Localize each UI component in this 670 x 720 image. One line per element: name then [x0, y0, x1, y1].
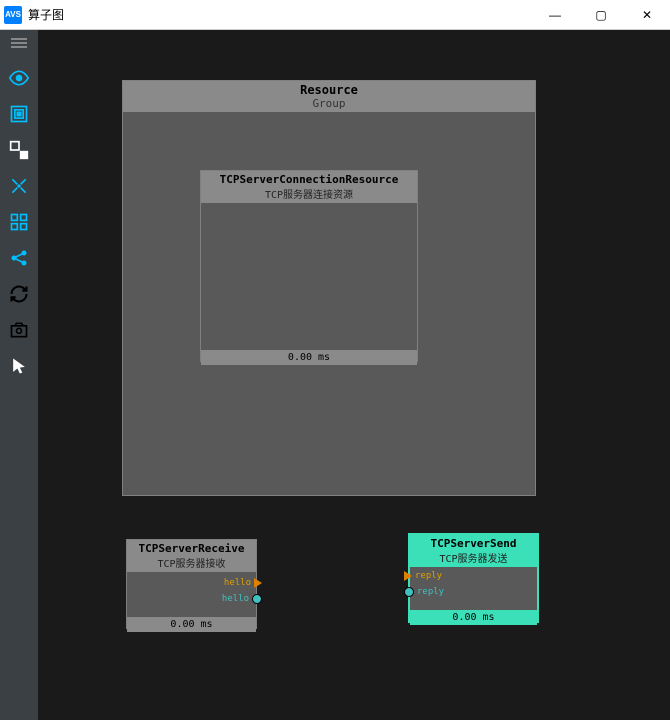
tcp-server-send-node[interactable]: TCPServerSend TCP服务器发送 reply reply 0.00 …	[408, 533, 539, 623]
port-label: hello	[224, 578, 251, 588]
node-header: Resource Group	[123, 81, 535, 112]
camera-tool[interactable]	[4, 315, 34, 345]
app-icon: AVS	[4, 6, 22, 24]
maximize-button[interactable]: ▢	[578, 0, 624, 30]
node-subtitle: TCP服务器发送	[410, 550, 537, 565]
sidebar-toggle[interactable]	[0, 34, 38, 52]
node-body	[201, 203, 417, 350]
output-port-hello-1[interactable]: hello	[221, 578, 262, 588]
eye-icon	[9, 68, 29, 88]
node-body: hello hello	[127, 572, 256, 617]
input-port-reply-2[interactable]: reply	[404, 587, 447, 597]
tcp-connection-resource-node[interactable]: TCPServerConnectionResource TCP服务器连接资源 0…	[200, 170, 418, 362]
node-title: TCPServerSend	[410, 537, 537, 550]
port-triangle-icon	[254, 578, 262, 588]
share-tool[interactable]	[4, 243, 34, 273]
hamburger-icon	[11, 36, 27, 50]
port-circle-icon	[252, 594, 262, 604]
refresh-icon	[9, 284, 29, 304]
camera-icon	[9, 320, 29, 340]
node-timing: 0.00 ms	[410, 610, 537, 625]
node-title: TCPServerConnectionResource	[201, 173, 417, 186]
node-timing: 0.00 ms	[127, 617, 256, 632]
node-icon	[9, 140, 29, 160]
collapse-icon	[9, 176, 29, 196]
port-circle-icon	[404, 587, 414, 597]
input-port-reply-1[interactable]: reply	[404, 571, 445, 581]
grid-icon	[9, 212, 29, 232]
grid-tool[interactable]	[4, 207, 34, 237]
port-label: reply	[417, 587, 444, 597]
window-controls: — ▢ ✕	[532, 0, 670, 30]
sidebar	[0, 30, 38, 720]
node-header: TCPServerReceive TCP服务器接收	[127, 540, 256, 572]
node-header: TCPServerSend TCP服务器发送	[410, 535, 537, 567]
output-port-hello-2[interactable]: hello	[219, 594, 262, 604]
node-header: TCPServerConnectionResource TCP服务器连接资源	[201, 171, 417, 203]
refresh-tool[interactable]	[4, 279, 34, 309]
window-title: 算子图	[28, 6, 64, 23]
qr-tool[interactable]	[4, 99, 34, 129]
graph-canvas[interactable]: Resource Group TCPServerConnectionResour…	[38, 30, 670, 720]
port-triangle-icon	[404, 571, 412, 581]
node-title: Resource	[123, 83, 535, 97]
node-body: reply reply	[410, 567, 537, 610]
close-button[interactable]: ✕	[624, 0, 670, 30]
node-subtitle: TCP服务器接收	[127, 555, 256, 570]
port-label: reply	[415, 571, 442, 581]
cursor-tool[interactable]	[4, 351, 34, 381]
minimize-button[interactable]: —	[532, 0, 578, 30]
eye-tool[interactable]	[4, 63, 34, 93]
node-subtitle: Group	[123, 97, 535, 110]
cursor-icon	[9, 356, 29, 376]
main-area: Resource Group TCPServerConnectionResour…	[0, 30, 670, 720]
port-label: hello	[222, 594, 249, 604]
collapse-tool[interactable]	[4, 171, 34, 201]
share-icon	[9, 248, 29, 268]
titlebar: AVS 算子图 — ▢ ✕	[0, 0, 670, 30]
qr-icon	[9, 104, 29, 124]
node-timing: 0.00 ms	[201, 350, 417, 365]
node-title: TCPServerReceive	[127, 542, 256, 555]
tcp-server-receive-node[interactable]: TCPServerReceive TCP服务器接收 hello hello 0.…	[126, 539, 257, 629]
node-tool[interactable]	[4, 135, 34, 165]
node-subtitle: TCP服务器连接资源	[201, 186, 417, 201]
